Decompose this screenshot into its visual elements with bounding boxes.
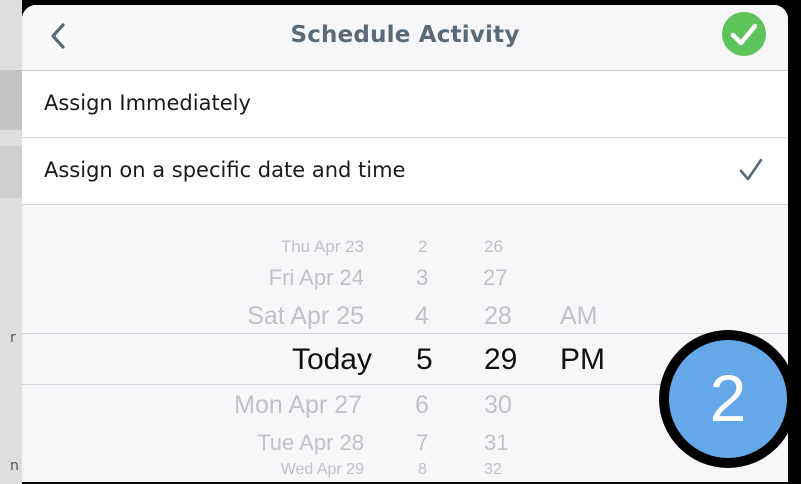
- background-strip: [0, 146, 22, 198]
- step-number-badge: 2: [659, 330, 797, 468]
- checkmark-icon: [730, 23, 758, 46]
- picker-hour-option[interactable]: 6: [415, 391, 429, 420]
- picker-day-option[interactable]: Mon Apr 27: [234, 391, 362, 420]
- background-strip: [0, 70, 22, 130]
- picker-minute-option[interactable]: 30: [484, 391, 512, 420]
- picker-hour-option[interactable]: 4: [415, 302, 429, 331]
- picker-am-option[interactable]: AM: [560, 302, 598, 331]
- background-app-edge: r n: [0, 0, 22, 484]
- picker-day-option[interactable]: Fri Apr 24: [269, 265, 364, 291]
- option-label: Assign on a specific date and time: [44, 158, 406, 182]
- picker-hour-option[interactable]: 7: [416, 430, 428, 456]
- picker-minute-option[interactable]: 32: [484, 461, 502, 479]
- page-title: Schedule Activity: [290, 22, 520, 48]
- background-text: r: [10, 330, 16, 346]
- picker-minute-option[interactable]: 26: [484, 237, 503, 257]
- picker-hour-option[interactable]: 8: [418, 461, 427, 479]
- option-assign-specific-date[interactable]: Assign on a specific date and time: [22, 138, 788, 205]
- picker-day-option[interactable]: Tue Apr 28: [257, 430, 364, 456]
- picker-minute-selected[interactable]: 29: [484, 343, 517, 377]
- confirm-button[interactable]: [722, 12, 766, 56]
- background-text: n: [10, 458, 19, 474]
- picker-hour-option[interactable]: 2: [418, 237, 427, 257]
- picker-day-selected[interactable]: Today: [292, 343, 372, 377]
- badge-circle: 2: [669, 340, 787, 458]
- picker-day-option[interactable]: Wed Apr 29: [281, 461, 364, 479]
- picker-pm-selected[interactable]: PM: [560, 343, 605, 377]
- picker-minute-option[interactable]: 27: [483, 265, 507, 291]
- badge-number: 2: [709, 361, 747, 435]
- checkmark-icon: [739, 158, 763, 181]
- picker-day-option[interactable]: Sat Apr 25: [247, 302, 364, 331]
- picker-hour-option[interactable]: 3: [416, 265, 428, 291]
- option-label: Assign Immediately: [44, 91, 251, 115]
- picker-day-option[interactable]: Thu Apr 23: [281, 237, 364, 257]
- picker-minute-option[interactable]: 28: [484, 302, 512, 331]
- picker-minute-option[interactable]: 31: [484, 430, 508, 456]
- modal-header: Schedule Activity: [22, 5, 788, 71]
- option-assign-immediately[interactable]: Assign Immediately: [22, 71, 788, 138]
- app-frame: r n Schedule Activity Assign Immediately…: [0, 0, 801, 484]
- picker-hour-selected[interactable]: 5: [416, 343, 433, 377]
